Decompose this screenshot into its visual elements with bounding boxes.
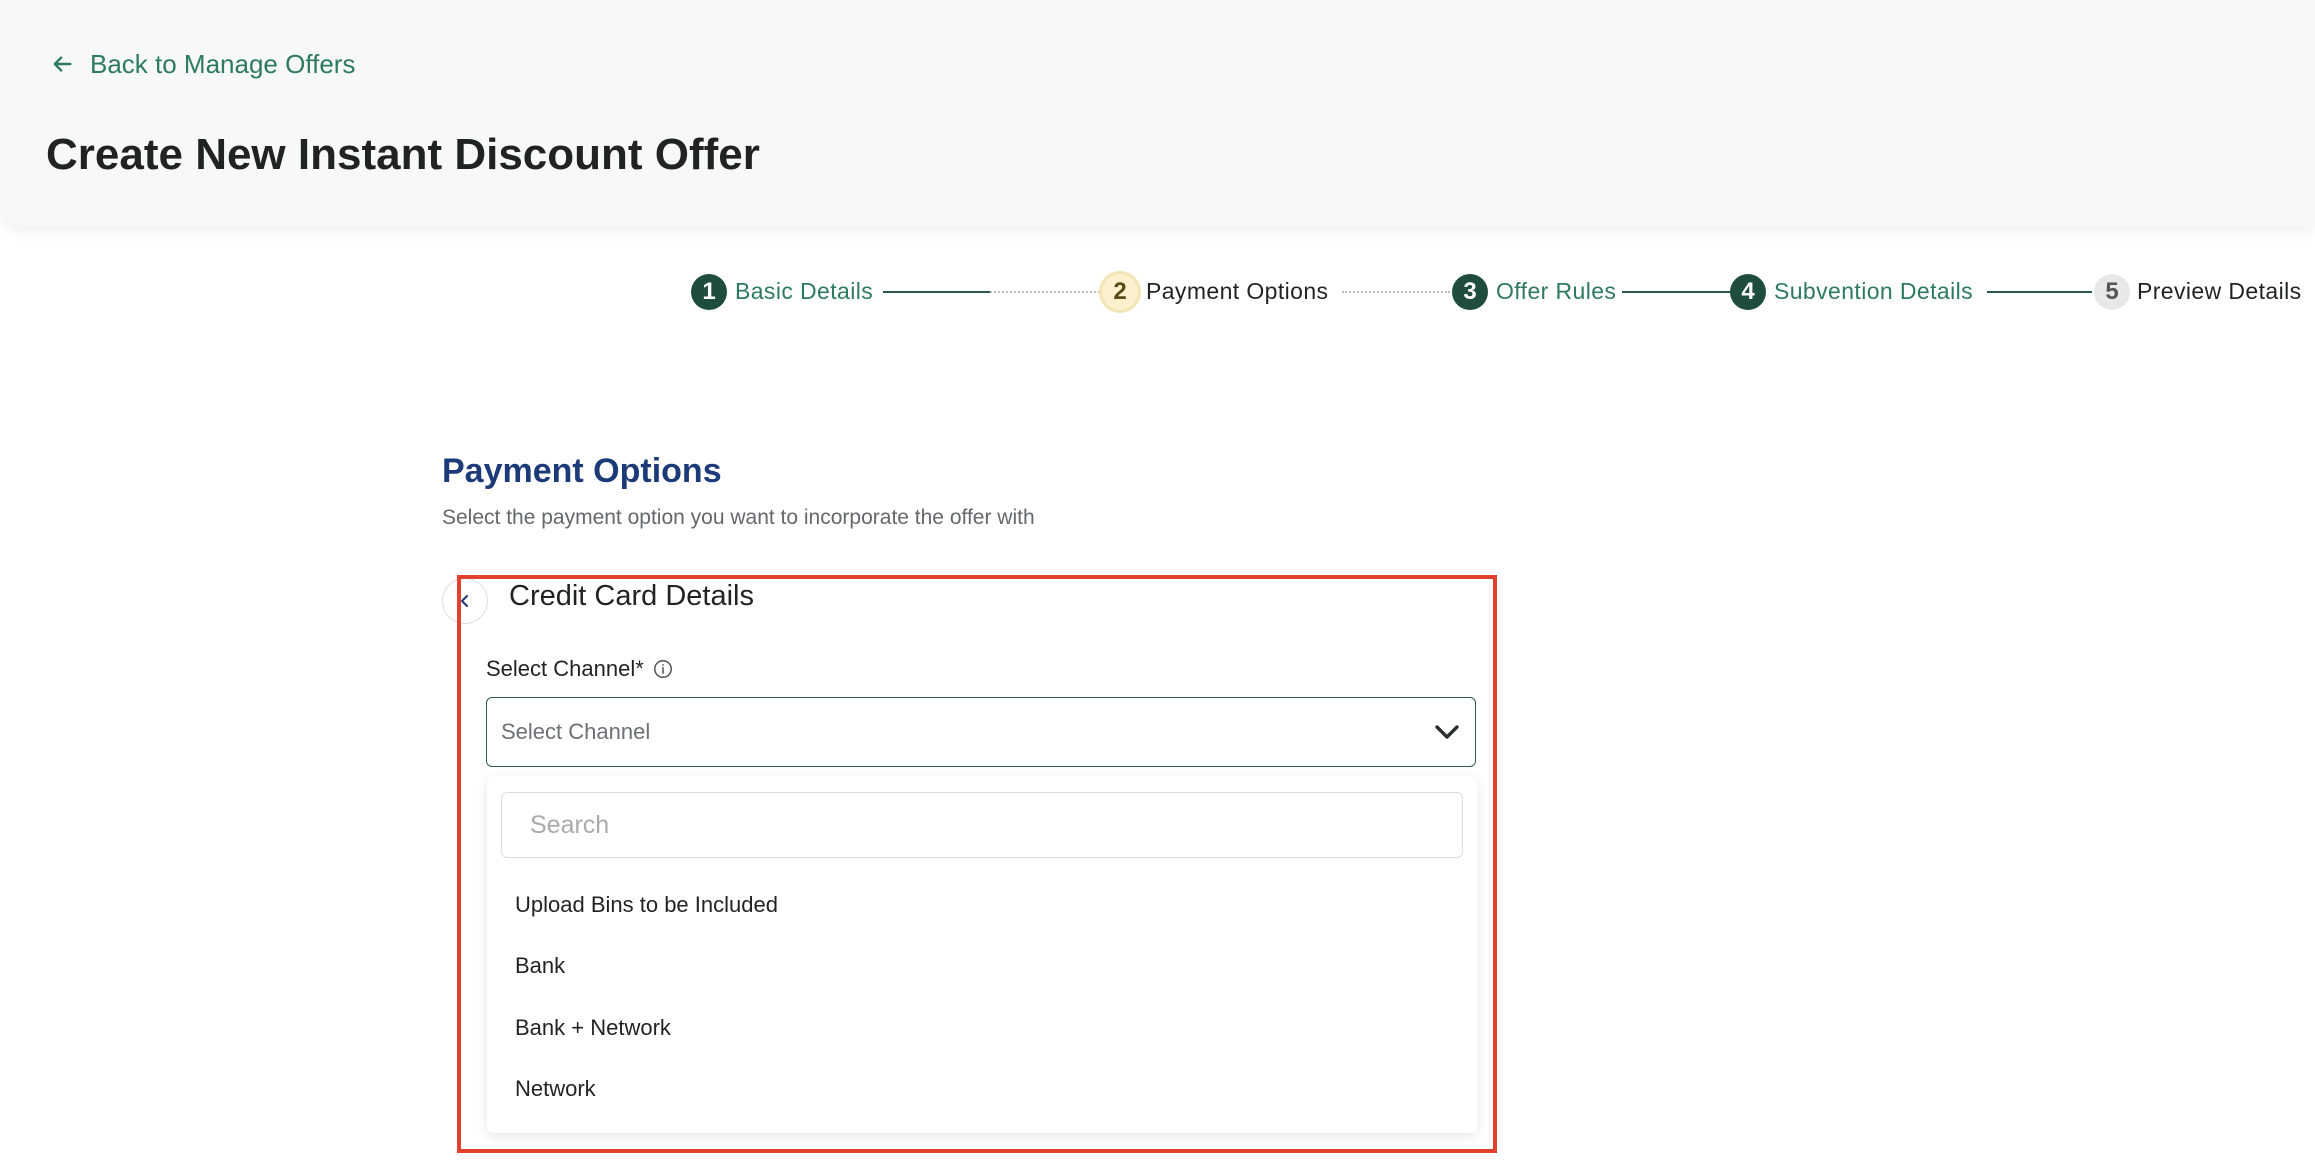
step-5-number[interactable]: 5 <box>2094 274 2130 310</box>
back-to-manage-offers-link[interactable]: Back to Manage Offers <box>52 44 355 84</box>
step-connector <box>883 291 990 293</box>
card-back-button[interactable] <box>442 578 488 624</box>
select-channel-label: Select Channel* <box>486 656 674 682</box>
step-connector <box>990 291 1100 293</box>
info-icon[interactable] <box>652 658 674 680</box>
step-2-number[interactable]: 2 <box>1102 274 1138 310</box>
channel-option-network[interactable]: Network <box>487 1061 1477 1117</box>
chevron-down-icon <box>1435 725 1459 739</box>
step-3-number[interactable]: 3 <box>1452 274 1488 310</box>
select-channel-dropdown[interactable]: Select Channel <box>486 697 1476 767</box>
chevron-left-icon <box>461 595 468 607</box>
step-connector <box>1342 291 1450 293</box>
select-channel-label-text: Select Channel* <box>486 656 644 681</box>
select-channel-placeholder: Select Channel <box>501 719 651 744</box>
step-4-number[interactable]: 4 <box>1730 274 1766 310</box>
step-5-label[interactable]: Preview Details <box>2137 278 2302 305</box>
page-title: Create New Instant Discount Offer <box>46 130 760 179</box>
search-input[interactable] <box>501 792 1463 858</box>
channel-option-bank-network[interactable]: Bank + Network <box>487 1000 1477 1056</box>
step-2-label[interactable]: Payment Options <box>1146 278 1328 305</box>
section-title: Payment Options <box>442 452 722 490</box>
step-4-label[interactable]: Subvention Details <box>1774 278 1973 305</box>
step-1-label[interactable]: Basic Details <box>735 278 873 305</box>
arrow-left-icon <box>53 56 72 72</box>
step-connector <box>1987 291 2092 293</box>
step-1-number[interactable]: 1 <box>691 274 727 310</box>
page-header: Back to Manage Offers Create New Instant… <box>0 0 2315 226</box>
step-connector <box>1622 291 1730 293</box>
section-subtitle: Select the payment option you want to in… <box>442 506 1035 529</box>
progress-stepper: 1 Basic Details 2 Payment Options 3 Offe… <box>0 272 2315 312</box>
channel-option-upload-bins[interactable]: Upload Bins to be Included <box>487 877 1477 933</box>
channel-options-menu: Upload Bins to be Included Bank Bank + N… <box>487 776 1477 1133</box>
back-link-label: Back to Manage Offers <box>90 48 356 79</box>
channel-option-bank[interactable]: Bank <box>487 938 1477 994</box>
card-title: Credit Card Details <box>509 580 754 612</box>
step-3-label[interactable]: Offer Rules <box>1496 278 1616 305</box>
